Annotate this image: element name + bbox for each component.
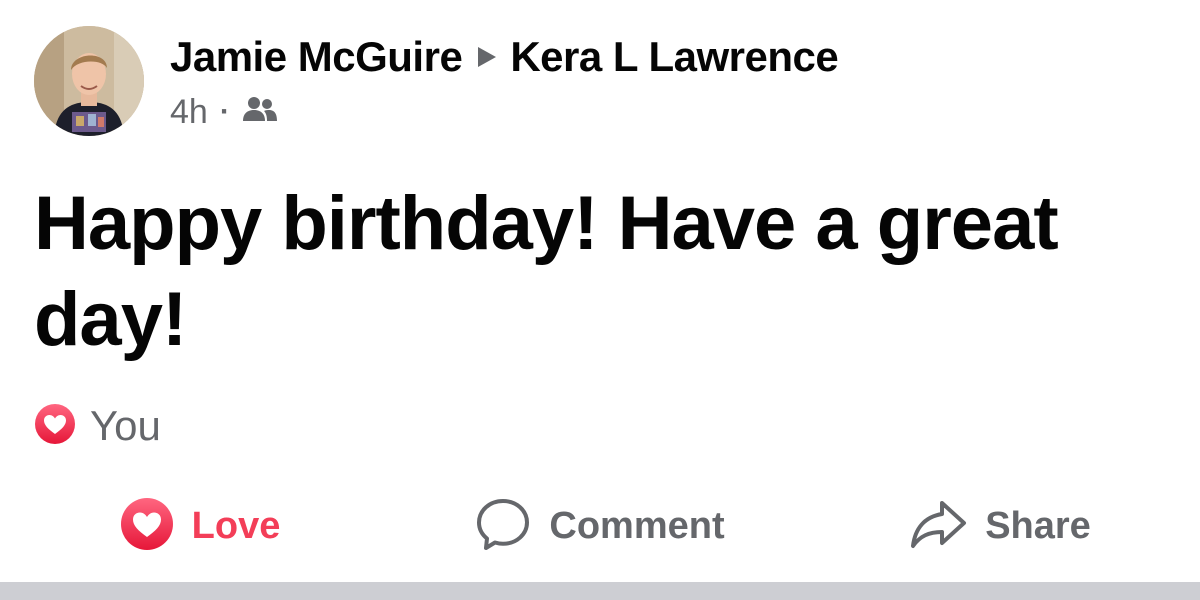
share-icon bbox=[909, 499, 967, 554]
love-label: Love bbox=[191, 504, 281, 547]
recipient-name[interactable]: Kera L Lawrence bbox=[510, 33, 838, 81]
comment-icon bbox=[475, 496, 531, 557]
post-timestamp[interactable]: 4h bbox=[170, 93, 208, 132]
post-divider bbox=[0, 582, 1200, 600]
post-message: Happy birthday! Have a great day! bbox=[34, 181, 1059, 362]
action-bar: Love Comment Share bbox=[0, 490, 1200, 562]
reaction-summary[interactable]: You bbox=[34, 398, 161, 454]
love-reaction-icon bbox=[34, 403, 76, 450]
friends-icon[interactable] bbox=[242, 93, 278, 132]
comment-button[interactable]: Comment bbox=[400, 490, 800, 562]
post-meta: 4h · bbox=[170, 90, 278, 134]
post-card: Jamie McGuire Kera L Lawrence 4h · Happy… bbox=[0, 0, 1200, 600]
meta-separator: · bbox=[219, 95, 230, 128]
avatar[interactable] bbox=[34, 26, 144, 136]
share-button[interactable]: Share bbox=[800, 490, 1200, 562]
author-name[interactable]: Jamie McGuire bbox=[170, 33, 463, 81]
share-label: Share bbox=[985, 504, 1091, 547]
love-button[interactable]: Love bbox=[0, 490, 400, 562]
avatar-photo bbox=[34, 26, 144, 136]
triangle-right-icon bbox=[478, 47, 497, 67]
reactor-name: You bbox=[90, 402, 161, 449]
comment-label: Comment bbox=[549, 504, 725, 547]
post-header: Jamie McGuire Kera L Lawrence bbox=[170, 32, 839, 82]
heart-icon bbox=[120, 497, 174, 556]
